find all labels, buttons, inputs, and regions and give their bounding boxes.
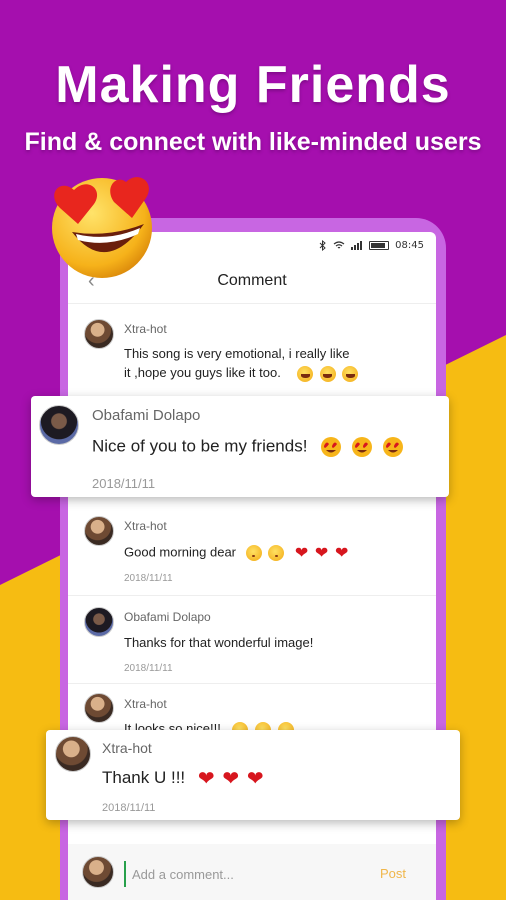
featured-comment-card[interactable]: Obafami Dolapo Nice of you to be my frie… bbox=[31, 396, 449, 497]
comment-date: 2018/11/11 bbox=[102, 802, 156, 814]
heart-icon: ❤ bbox=[222, 768, 240, 790]
kissing-emoji-icon bbox=[268, 545, 285, 561]
headline-subtitle: Find & connect with like-minded users bbox=[24, 128, 482, 156]
avatar[interactable] bbox=[84, 607, 114, 637]
post-button[interactable]: Post bbox=[380, 866, 406, 881]
comment-input-bar: Post bbox=[68, 844, 436, 900]
comment-username: Obafami Dolapo bbox=[92, 407, 201, 424]
featured-comment-card[interactable]: Xtra-hot Thank U !!! ❤ ❤ ❤ 2018/11/11 bbox=[46, 730, 460, 820]
comment-text: Good morning dear bbox=[124, 544, 237, 560]
heart-eyes-emoji-icon bbox=[382, 437, 403, 457]
page-title: Comment bbox=[217, 271, 287, 289]
comment-username: Obafami Dolapo bbox=[124, 610, 211, 624]
signal-icon bbox=[351, 240, 363, 250]
comment-username: Xtra-hot bbox=[124, 322, 167, 336]
heart-icon: ❤ bbox=[314, 545, 329, 562]
laughing-emoji-icon bbox=[319, 365, 336, 382]
comment-username: Xtra-hot bbox=[124, 519, 167, 533]
comment-date: 2018/11/11 bbox=[92, 476, 156, 491]
wifi-icon bbox=[333, 240, 345, 250]
list-item: Xtra-hot Good morning dear ❤ ❤ ❤ 2018/11… bbox=[68, 506, 436, 596]
avatar[interactable] bbox=[84, 516, 114, 546]
bluetooth-icon bbox=[319, 239, 327, 251]
comment-date: 2018/11/11 bbox=[124, 573, 173, 584]
comment-username: Xtra-hot bbox=[102, 740, 152, 756]
heart-icon: ❤ bbox=[294, 545, 309, 562]
laughing-emoji-icon bbox=[297, 365, 314, 382]
status-time: 08:45 bbox=[395, 239, 424, 251]
comment-text: Nice of you to be my friends! bbox=[92, 436, 308, 456]
heart-icon: ❤ bbox=[334, 545, 349, 562]
comment-date: 2018/11/11 bbox=[124, 663, 173, 674]
heart-eyes-emoji-icon bbox=[52, 177, 152, 278]
battery-icon bbox=[369, 240, 390, 250]
comment-username: Xtra-hot bbox=[124, 697, 167, 711]
heart-icon: ❤ bbox=[246, 768, 264, 790]
heart-eyes-emoji-icon bbox=[321, 437, 342, 457]
avatar[interactable] bbox=[39, 405, 79, 445]
kissing-emoji-icon bbox=[245, 545, 262, 561]
comment-text-line2: it ,hope you guys like it too. bbox=[124, 365, 281, 380]
avatar[interactable] bbox=[82, 856, 114, 888]
list-item: Obafami Dolapo Thanks for that wonderful… bbox=[68, 596, 436, 684]
comment-text: This song is very emotional, i really li… bbox=[124, 346, 350, 361]
comment-text: Thank U !!! bbox=[102, 767, 186, 787]
avatar[interactable] bbox=[84, 319, 114, 349]
heart-icon: ❤ bbox=[197, 768, 215, 790]
avatar[interactable] bbox=[84, 693, 114, 723]
list-item: Xtra-hot This song is very emotional, i … bbox=[68, 305, 436, 405]
heart-eyes-emoji-icon bbox=[351, 437, 372, 457]
comment-text: Thanks for that wonderful image! bbox=[124, 635, 314, 650]
avatar[interactable] bbox=[55, 736, 91, 772]
text-cursor bbox=[124, 861, 126, 887]
laughing-emoji-icon bbox=[342, 365, 359, 382]
headline-title: Making Friends bbox=[55, 56, 451, 114]
comment-input[interactable] bbox=[132, 860, 362, 888]
